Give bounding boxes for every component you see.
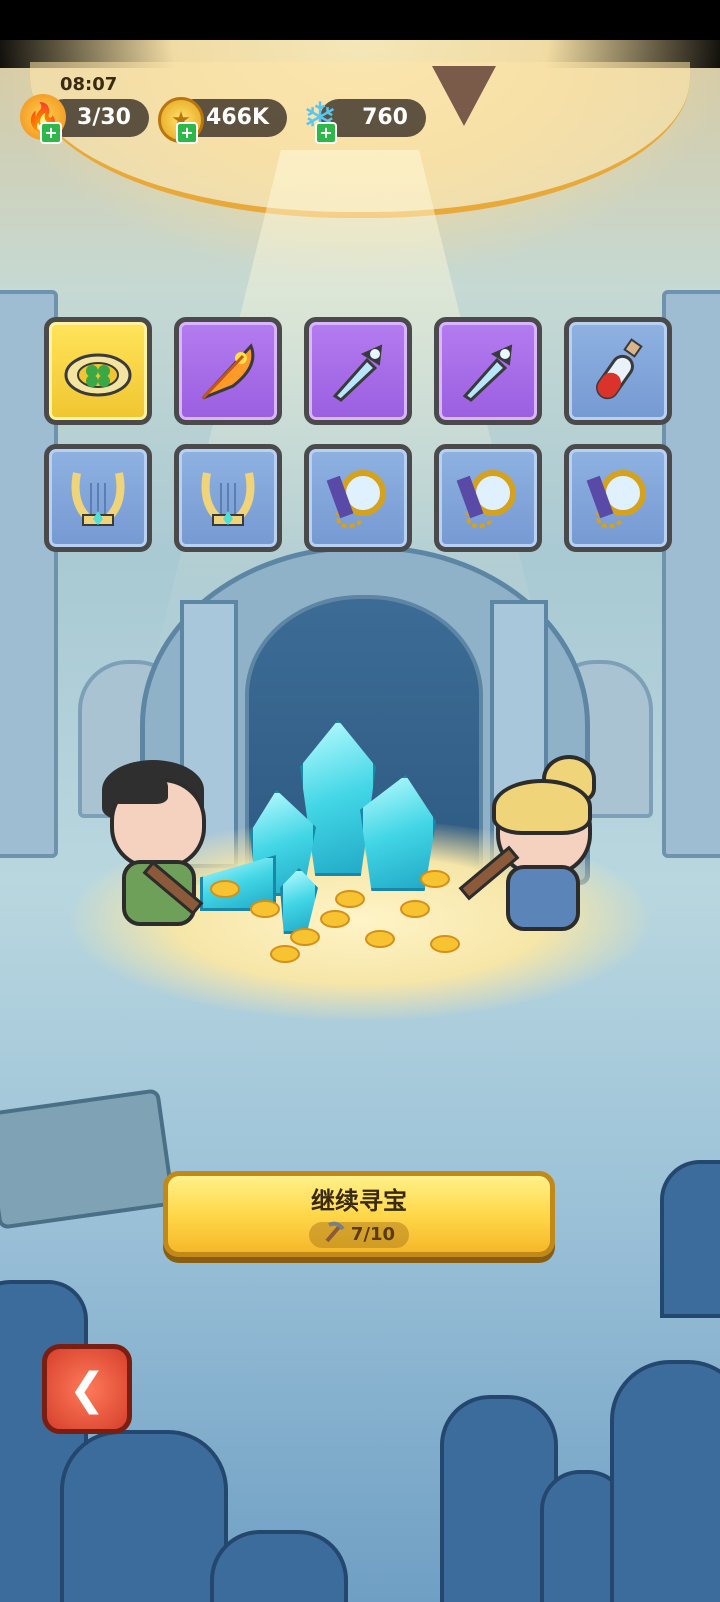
- reward-slot-pocket-watch[interactable]: [564, 444, 672, 552]
- reward-slot-ice-dagger[interactable]: [304, 317, 412, 425]
- treasure-hunt-screen: 08:07 3/30 🔥 + 466K ★ + 760 ❄ + 继续寻宝 7/1…: [0, 0, 720, 1602]
- broken-pillar: [0, 1088, 176, 1230]
- reward-slot-red-potion[interactable]: [564, 317, 672, 425]
- continue-button-label: 继续寻宝: [311, 1186, 407, 1215]
- ice-dagger-icon: [321, 334, 395, 408]
- reward-slot-pocket-watch[interactable]: [304, 444, 412, 552]
- miner-hero-left: [100, 760, 210, 930]
- foreground-rock: [610, 1360, 720, 1602]
- reward-slot-phoenix-feather[interactable]: [174, 317, 282, 425]
- foreground-rock: [660, 1160, 720, 1318]
- reward-slot-golden-lyre[interactable]: [44, 444, 152, 552]
- golden-lyre-icon: [61, 461, 135, 535]
- back-button[interactable]: ❮: [42, 1344, 132, 1434]
- pickaxe-counter: 7/10: [309, 1221, 409, 1248]
- pocket-watch-icon: [321, 461, 395, 535]
- add-gems-plus-icon[interactable]: +: [315, 122, 337, 144]
- clock-label: 08:07: [60, 74, 118, 95]
- phoenix-feather-icon: [191, 334, 265, 408]
- foreground-rock: [60, 1430, 228, 1602]
- ice-dagger-icon: [451, 334, 525, 408]
- red-potion-icon: [581, 334, 655, 408]
- reward-slot-pocket-watch[interactable]: [434, 444, 542, 552]
- add-gold-plus-icon[interactable]: +: [176, 122, 198, 144]
- continue-treasure-hunt-button[interactable]: 继续寻宝 7/10: [163, 1171, 555, 1257]
- pickaxe-count-text: 7/10: [350, 1224, 396, 1245]
- add-energy-plus-icon[interactable]: +: [40, 122, 62, 144]
- reward-slot-clover-ring[interactable]: [44, 317, 152, 425]
- pickaxe-icon: [323, 1221, 345, 1248]
- miner-hero-right: [458, 755, 600, 931]
- foreground-rock: [210, 1530, 348, 1602]
- stalactite: [432, 66, 496, 126]
- pocket-watch-icon: [451, 461, 525, 535]
- reward-slot-golden-lyre[interactable]: [174, 444, 282, 552]
- back-arrow-icon: ❮: [68, 1363, 106, 1415]
- reward-slot-ice-dagger[interactable]: [434, 317, 542, 425]
- clover-ring-icon: [61, 334, 135, 408]
- golden-lyre-icon: [191, 461, 265, 535]
- pocket-watch-icon: [581, 461, 655, 535]
